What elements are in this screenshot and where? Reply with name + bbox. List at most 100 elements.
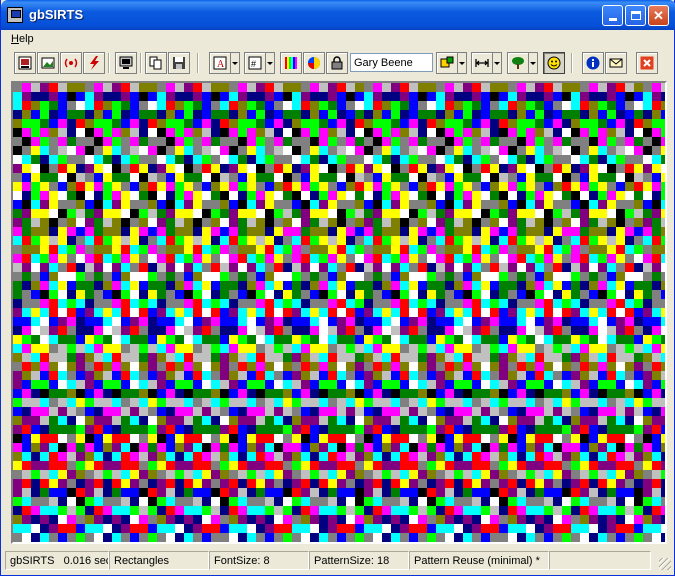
name-input[interactable] [350, 53, 433, 72]
stereogram-row [13, 344, 665, 353]
stereogram-row [13, 164, 665, 173]
stereogram-row [13, 416, 665, 425]
puzzle-dropdown[interactable] [458, 52, 467, 74]
broadcast-icon [64, 58, 78, 68]
resize-grip[interactable] [659, 558, 671, 570]
info-button[interactable] [582, 52, 604, 74]
stereogram-row [13, 137, 665, 146]
copy-button[interactable] [145, 52, 167, 74]
font-dropdown[interactable] [231, 52, 240, 74]
toolbar-separator [108, 53, 110, 73]
stereogram-row [13, 398, 665, 407]
stereogram-row [13, 335, 665, 344]
stereogram-row [13, 470, 665, 479]
save-icon [173, 57, 185, 69]
font-icon: A [213, 56, 227, 70]
puzzle-icon [440, 56, 454, 68]
tree-button[interactable] [507, 52, 529, 74]
width-button[interactable] [471, 52, 493, 74]
status-empty [549, 551, 651, 570]
lightning-button[interactable] [83, 52, 105, 74]
stereogram-row [13, 317, 665, 326]
title-bar[interactable]: gbSIRTS ✕ [1, 0, 675, 30]
stereogram-row [13, 92, 665, 101]
lock-icon [331, 56, 343, 70]
stereogram-row [13, 506, 665, 515]
stereogram-row [13, 209, 665, 218]
copy-icon [149, 56, 162, 70]
color-wheel-button[interactable] [303, 52, 325, 74]
stereogram-row [13, 236, 665, 245]
status-bar: gbSIRTS 0.016 sec Rectangles FontSize: 8… [4, 550, 673, 572]
toolbar-separator [140, 53, 142, 73]
stereogram-row [13, 263, 665, 272]
stereogram-row [13, 479, 665, 488]
monitor-button[interactable] [115, 52, 137, 74]
lock-button[interactable] [326, 52, 348, 74]
stereogram-row [13, 245, 665, 254]
save-button[interactable] [168, 52, 190, 74]
stereogram-row [13, 425, 665, 434]
stereogram-row [13, 434, 665, 443]
stereogram-row [13, 254, 665, 263]
stereogram-row [13, 524, 665, 533]
mail-button[interactable] [605, 52, 627, 74]
status-mode: Rectangles [109, 551, 209, 570]
stereogram-row [13, 182, 665, 191]
stereogram-row [13, 227, 665, 236]
window-title: gbSIRTS [29, 7, 84, 22]
tree-dropdown[interactable] [529, 52, 538, 74]
picture-button[interactable] [37, 52, 59, 74]
stereogram-frame [11, 81, 667, 544]
pattern-dropdown[interactable] [266, 52, 275, 74]
svg-text:#: # [251, 59, 256, 69]
stereogram-row [13, 407, 665, 416]
color-bars-button[interactable] [280, 52, 302, 74]
close-icon: ✕ [653, 7, 664, 23]
stereogram-row [13, 173, 665, 182]
broadcast-button[interactable] [60, 52, 82, 74]
stereogram-row [13, 497, 665, 506]
stereogram-row [13, 101, 665, 110]
app-icon[interactable] [7, 7, 23, 23]
minimize-icon [608, 18, 617, 21]
maximize-icon [630, 11, 641, 20]
minimize-button[interactable] [602, 5, 623, 26]
status-time: 0.016 sec [63, 555, 109, 567]
tree-icon [512, 57, 524, 69]
toolbar-separator [571, 53, 573, 73]
puzzle-button[interactable] [436, 52, 458, 74]
svg-text:A: A [217, 59, 225, 70]
width-dropdown[interactable] [493, 52, 502, 74]
pattern-icon: # [248, 56, 262, 70]
status-pattern-reuse: Pattern Reuse (minimal) * [409, 551, 549, 570]
toolbar-separator [197, 53, 199, 73]
smiley-icon [547, 56, 561, 70]
stereogram-row [13, 128, 665, 137]
stereogram-row [13, 299, 665, 308]
stereogram-image[interactable] [13, 83, 665, 542]
stereogram-row [13, 443, 665, 452]
font-button[interactable]: A [209, 52, 231, 74]
maximize-button[interactable] [625, 5, 646, 26]
status-app-time: gbSIRTS 0.016 sec [5, 551, 109, 570]
color-bars-icon [285, 57, 297, 69]
stereogram-row [13, 200, 665, 209]
toolbar: A # [4, 50, 673, 78]
smiley-button[interactable] [543, 52, 565, 74]
color-wheel-icon [308, 57, 320, 69]
main-window: gbSIRTS ✕ Help A # Gary Beene gbSIRTS 0.… [0, 0, 675, 576]
status-pattern-size: PatternSize: 18 [309, 551, 409, 570]
stereogram-row [13, 308, 665, 317]
menu-help[interactable]: Help [11, 33, 34, 45]
stereogram-row [13, 353, 665, 362]
close-button[interactable]: ✕ [648, 5, 669, 26]
status-app: gbSIRTS [10, 555, 55, 567]
stereogram-row [13, 380, 665, 389]
pattern-button[interactable]: # [244, 52, 266, 74]
stereogram-row [13, 110, 665, 119]
exit-button[interactable] [636, 52, 658, 74]
image-button[interactable] [14, 52, 36, 74]
stereogram-row [13, 119, 665, 128]
stereogram-row [13, 452, 665, 461]
